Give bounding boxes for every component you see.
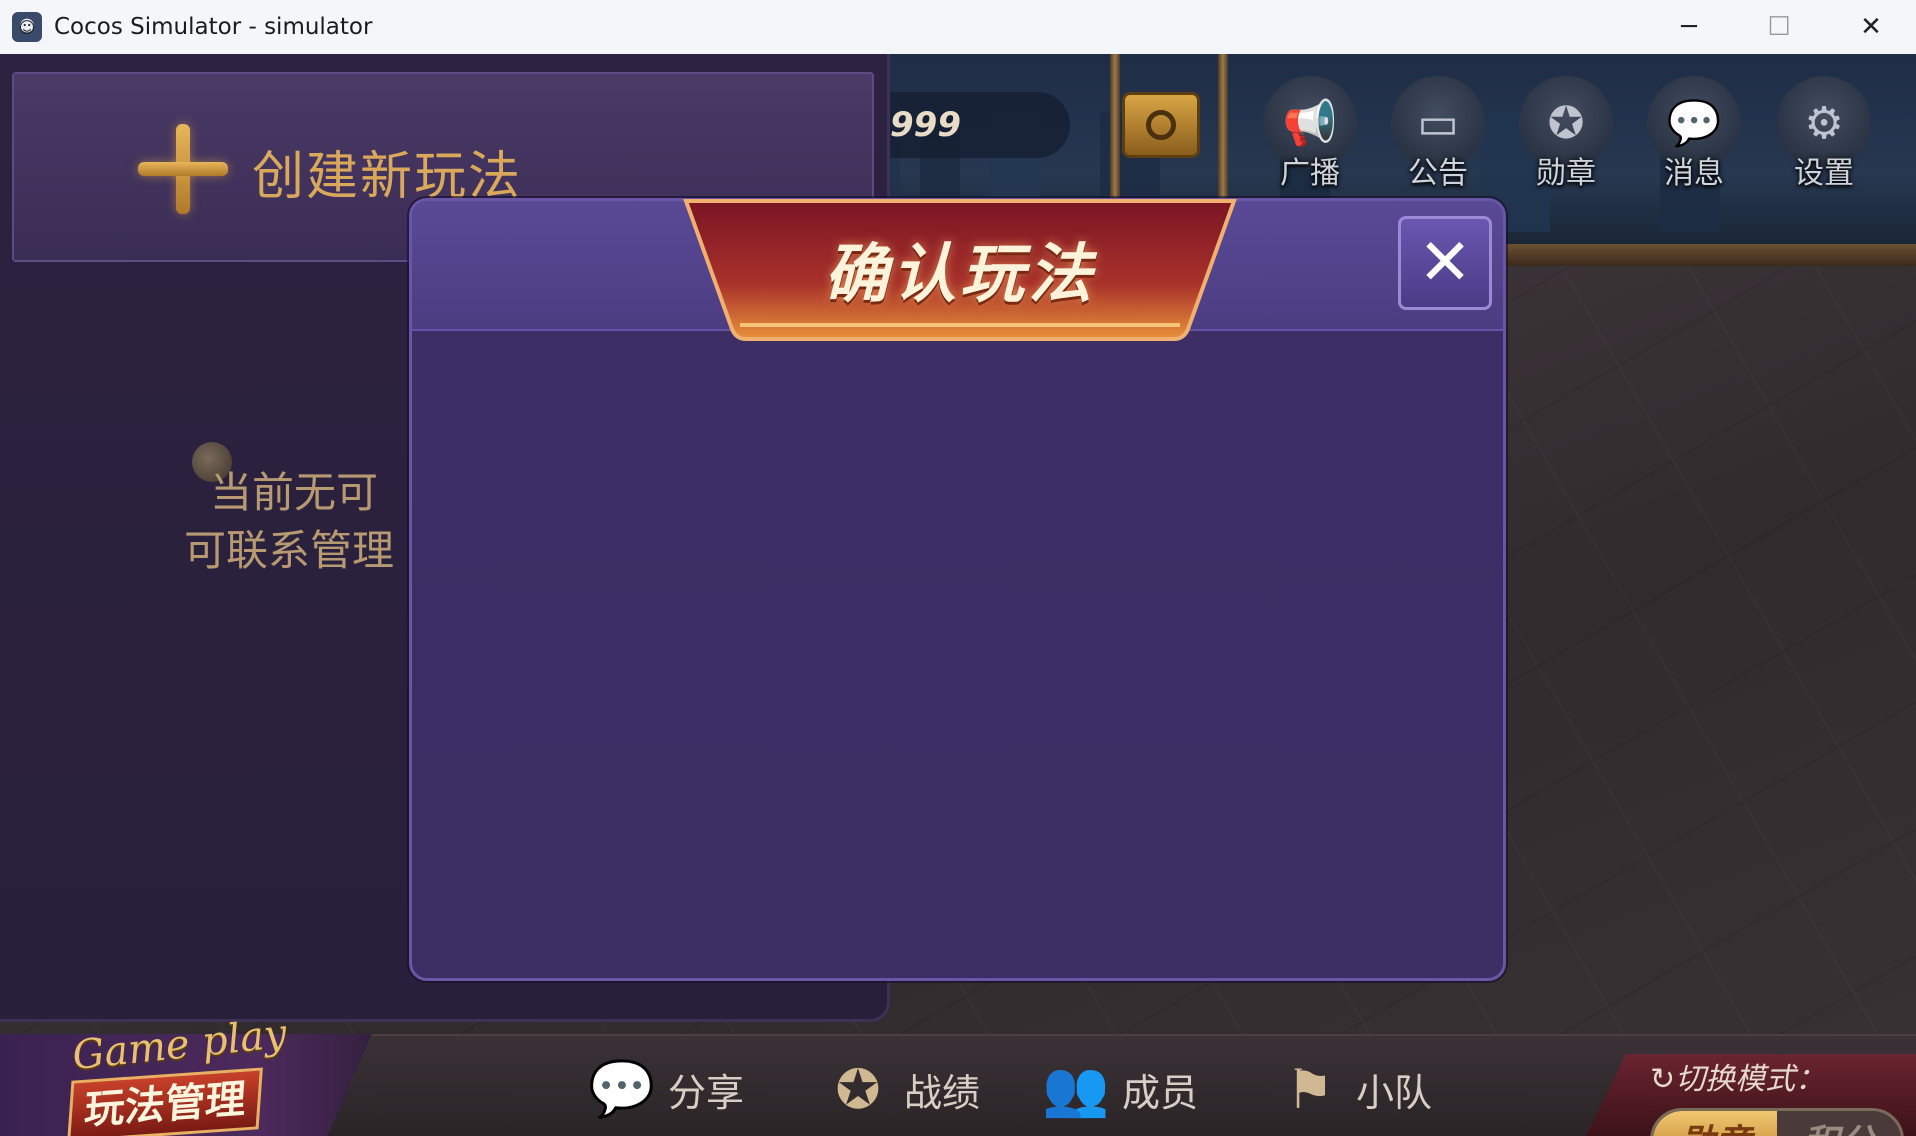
tab-squad-label: 小队 — [1356, 1070, 1433, 1115]
medal-button[interactable]: ✪ 勋章 — [1516, 76, 1616, 216]
medal-label: 勋章 — [1536, 156, 1596, 191]
tab-members[interactable]: 👥 成员 — [1036, 1044, 1198, 1134]
mode-switch-title: ↻切换模式： — [1650, 1062, 1826, 1097]
flag-icon: ⚑ — [1285, 1057, 1335, 1121]
message-label: 消息 — [1664, 156, 1724, 191]
mode-option-points[interactable]: 积分 — [1777, 1111, 1901, 1136]
tab-members-label: 成员 — [1122, 1070, 1199, 1115]
tab-records[interactable]: ✪ 战绩 — [818, 1044, 980, 1134]
window-titlebar: ☺ Cocos Simulator - simulator ─ ☐ ✕ — [0, 0, 1916, 54]
tab-squad[interactable]: ⚑ 小队 — [1270, 1044, 1432, 1134]
broadcast-label: 广播 — [1280, 156, 1340, 191]
plus-icon — [138, 124, 228, 214]
mode-toggle[interactable]: 勋章 积分 — [1650, 1108, 1904, 1136]
safe-box-icon[interactable] — [1122, 92, 1200, 158]
settings-label: 设置 — [1794, 156, 1854, 191]
dialog-title: 确认玩法 — [824, 238, 1096, 312]
members-icon: 👥 — [1042, 1057, 1110, 1120]
broadcast-button[interactable]: 📢 广播 — [1260, 76, 1360, 216]
trophy-medal-icon: ✪ — [835, 1057, 881, 1121]
dialog-close-button[interactable]: ✕ — [1398, 216, 1492, 310]
minimize-button[interactable]: ─ — [1644, 0, 1734, 54]
wechat-icon: 💬 — [588, 1057, 656, 1120]
cocos-app-icon: ☺ — [12, 12, 42, 42]
notice-label: 公告 — [1408, 156, 1468, 191]
close-window-button[interactable]: ✕ — [1826, 0, 1916, 54]
game-canvas: 999 📢 广播 ▭ 公告 ✪ 勋章 💬 消息 ⚙ 设置 创建新玩法 当前无可 … — [0, 54, 1916, 1136]
tab-share-label: 分享 — [668, 1070, 745, 1115]
mode-option-medal[interactable]: 勋章 — [1653, 1111, 1777, 1136]
message-button[interactable]: 💬 消息 — [1644, 76, 1744, 216]
coin-balance: 999 — [860, 92, 1070, 158]
settings-button[interactable]: ⚙ 设置 — [1774, 76, 1874, 216]
dialog-title-banner: 确认玩法 — [680, 197, 1240, 347]
tab-share[interactable]: 💬 分享 — [582, 1044, 744, 1134]
tab-records-label: 战绩 — [904, 1070, 981, 1115]
window-title: Cocos Simulator - simulator — [54, 14, 373, 40]
confirm-gameplay-dialog: 确认玩法 ✕ — [409, 198, 1506, 981]
maximize-button[interactable]: ☐ — [1734, 0, 1824, 54]
notice-button[interactable]: ▭ 公告 — [1388, 76, 1488, 216]
